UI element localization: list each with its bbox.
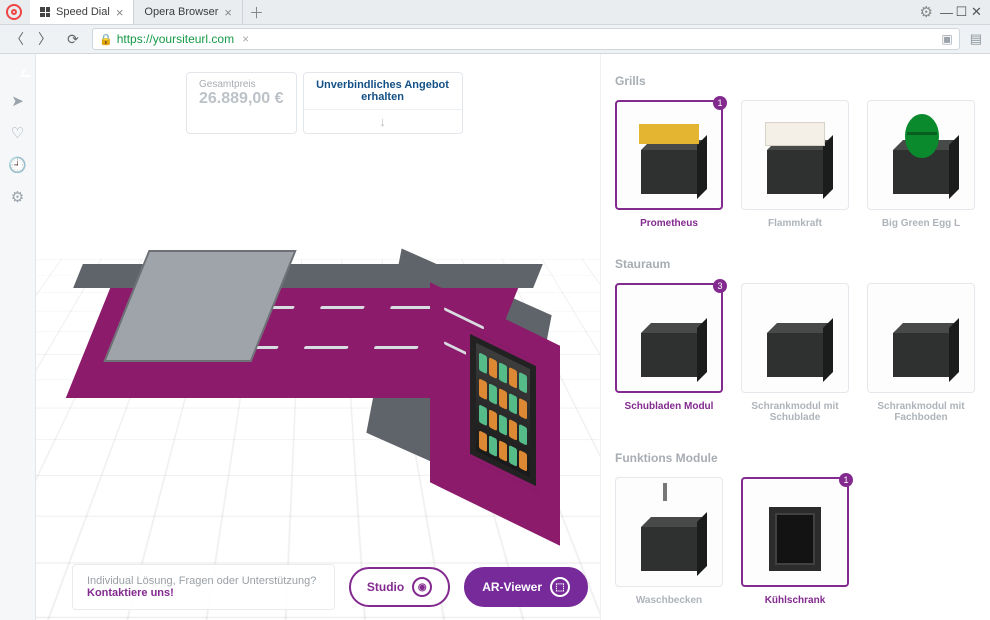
card-label: Prometheus bbox=[615, 218, 723, 229]
settings-icon[interactable]: ⚙ bbox=[11, 188, 24, 206]
speed-dial-icon bbox=[40, 7, 50, 17]
card-thumbnail bbox=[615, 477, 723, 587]
browser-chrome: Speed Dial × Opera Browser × ＋ ⚙ — ☐ ✕ 〈… bbox=[0, 0, 990, 54]
url-text: https://yoursiteurl.com bbox=[117, 32, 234, 46]
catalog-card[interactable]: Schrankmodul mit Schublade bbox=[741, 283, 849, 423]
lock-icon: 🔒 bbox=[99, 33, 113, 46]
catalog-card[interactable]: Waschbecken bbox=[615, 477, 723, 606]
price-block: Gesamtpreis 26.889,00 € Unverbindliches … bbox=[186, 72, 463, 134]
new-tab-button[interactable]: ＋ bbox=[243, 2, 270, 23]
studio-button[interactable]: Studio ◉ bbox=[349, 567, 450, 607]
send-icon[interactable]: ➤ bbox=[11, 92, 24, 110]
viewport-footer: Individual Lösung, Fragen oder Unterstüt… bbox=[72, 564, 588, 610]
card-thumbnail bbox=[741, 283, 849, 393]
help-text: Individual Lösung, Fragen oder Unterstüt… bbox=[87, 575, 316, 587]
back-button[interactable]: 〈 bbox=[8, 29, 26, 49]
close-tab-icon[interactable]: × bbox=[224, 5, 232, 20]
total-price-card: Gesamtpreis 26.889,00 € bbox=[186, 72, 297, 134]
help-banner: Individual Lösung, Fragen oder Unterstüt… bbox=[72, 564, 335, 610]
chevron-down-icon: ↓ bbox=[304, 110, 462, 133]
bookmarks-icon[interactable]: ♡ bbox=[11, 124, 24, 142]
catalog-card[interactable]: 3 Schubladen Modul bbox=[615, 283, 723, 423]
card-thumbnail bbox=[867, 283, 975, 393]
card-thumbnail: 1 bbox=[741, 477, 849, 587]
catalog-card[interactable]: 1 Prometheus bbox=[615, 100, 723, 229]
card-thumbnail bbox=[867, 100, 975, 210]
catalog-card[interactable]: Flammkraft bbox=[741, 100, 849, 229]
card-label: Schrankmodul mit Schublade bbox=[741, 401, 849, 423]
catalog-card[interactable]: 1 Kühlschrank bbox=[741, 477, 849, 606]
catalog-card[interactable]: Big Green Egg L bbox=[867, 100, 975, 229]
card-label: Kühlschrank bbox=[741, 595, 849, 606]
camera-icon: ◉ bbox=[412, 577, 432, 597]
card-label: Schrankmodul mit Fachboden bbox=[867, 401, 975, 423]
card-thumbnail bbox=[741, 100, 849, 210]
count-badge: 1 bbox=[839, 473, 853, 487]
opera-logo-icon bbox=[6, 4, 22, 20]
maximize-icon[interactable]: ☐ bbox=[954, 4, 969, 20]
contact-link[interactable]: Kontaktiere uns! bbox=[87, 587, 174, 599]
price-value: 26.889,00 € bbox=[199, 90, 284, 108]
snapshot-icon[interactable]: ▣ bbox=[941, 32, 952, 46]
card-label: Flammkraft bbox=[741, 218, 849, 229]
tab-bar: Speed Dial × Opera Browser × ＋ ⚙ — ☐ ✕ bbox=[0, 0, 990, 24]
history-icon[interactable]: 🕘 bbox=[8, 156, 27, 174]
kitchen-3d-model[interactable] bbox=[78, 214, 588, 494]
forward-button[interactable]: 〉 bbox=[36, 29, 54, 49]
minimize-icon[interactable]: — bbox=[939, 5, 954, 20]
card-thumbnail: 1 bbox=[615, 100, 723, 210]
close-tab-icon[interactable]: × bbox=[116, 5, 124, 20]
url-field[interactable]: 🔒 https://yoursiteurl.com × ▣ bbox=[92, 28, 960, 50]
card-thumbnail: 3 bbox=[615, 283, 723, 393]
card-label: Waschbecken bbox=[615, 595, 723, 606]
sidebar-toggle-icon[interactable]: ▤ bbox=[970, 31, 982, 47]
catalog-panel: Grills 1 Prometheus Flammkraft Big Green Egg… bbox=[600, 54, 990, 620]
ar-cube-icon: ⬚ bbox=[550, 577, 570, 597]
tab-label: Opera Browser bbox=[144, 6, 218, 18]
ar-viewer-button[interactable]: AR-Viewer ⬚ bbox=[464, 567, 588, 607]
count-badge: 1 bbox=[713, 96, 727, 110]
configurator-viewport[interactable]: Gesamtpreis 26.889,00 € Unverbindliches … bbox=[36, 54, 600, 620]
price-label: Gesamtpreis bbox=[199, 79, 284, 90]
browser-sidebar: ➤ ♡ 🕘 ⚙ bbox=[0, 54, 36, 620]
clear-url-icon[interactable]: × bbox=[242, 32, 249, 46]
close-window-icon[interactable]: ✕ bbox=[969, 4, 984, 20]
section-title: Grills bbox=[615, 74, 976, 88]
tab-label: Speed Dial bbox=[56, 6, 110, 18]
quote-title: Unverbindliches Angebot erhalten bbox=[304, 73, 462, 110]
catalog-card[interactable]: Schrankmodul mit Fachboden bbox=[867, 283, 975, 423]
count-badge: 3 bbox=[713, 279, 727, 293]
tab-speed-dial[interactable]: Speed Dial × bbox=[30, 0, 134, 24]
card-label: Big Green Egg L bbox=[867, 218, 975, 229]
reload-button[interactable]: ⟳ bbox=[64, 31, 82, 48]
card-label: Schubladen Modul bbox=[615, 401, 723, 412]
studio-label: Studio bbox=[367, 580, 404, 594]
section-title: Stauraum bbox=[615, 257, 976, 271]
address-bar: 〈 〉 ⟳ 🔒 https://yoursiteurl.com × ▣ ▤ bbox=[0, 24, 990, 54]
tab-opera-browser[interactable]: Opera Browser × bbox=[134, 0, 243, 24]
workspace: ➤ ♡ 🕘 ⚙ Gesamtpreis 26.889,00 € Unverbin… bbox=[0, 54, 990, 620]
section-title: Funktions Module bbox=[615, 451, 976, 465]
easy-setup-icon[interactable]: ⚙ bbox=[914, 3, 939, 21]
quote-button[interactable]: Unverbindliches Angebot erhalten ↓ bbox=[303, 72, 463, 134]
ar-label: AR-Viewer bbox=[482, 580, 542, 594]
